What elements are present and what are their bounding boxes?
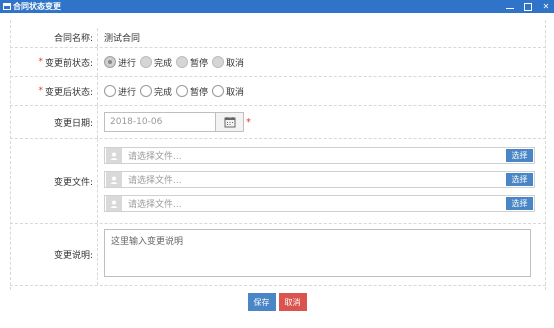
file-placeholder: 请选择文件...	[128, 200, 182, 210]
before-status-radio-cancelled	[212, 56, 225, 68]
calendar-icon	[224, 117, 235, 128]
description-label: 变更说明:	[10, 224, 98, 285]
before-status-radio-ongoing	[104, 56, 116, 68]
minimize-icon[interactable]	[506, 4, 514, 9]
change-date-input[interactable]: 2018-10-06	[104, 112, 216, 132]
file-select-button-1[interactable]: 选择	[506, 149, 533, 162]
file-user-icon	[106, 172, 122, 187]
required-mark: *	[38, 86, 43, 96]
required-mark: *	[38, 57, 43, 67]
file-select-button-3[interactable]: 选择	[506, 197, 533, 210]
close-icon[interactable]: ✕	[542, 2, 550, 11]
row-before-status: * 变更前状态: 进行 完成 暂停 取消	[10, 48, 546, 77]
after-status-radio-group: 进行 完成 暂停 取消	[104, 77, 246, 105]
description-textarea[interactable]	[104, 229, 531, 277]
file-placeholder: 请选择文件...	[128, 152, 182, 162]
before-status-radio-complete	[140, 56, 153, 68]
before-status-radio-paused	[176, 56, 189, 68]
after-status-radio-complete[interactable]	[140, 85, 153, 97]
file-user-icon	[106, 148, 122, 163]
maximize-icon[interactable]	[524, 2, 532, 11]
file-placeholder: 请选择文件...	[128, 176, 182, 186]
after-status-label: * 变更后状态:	[10, 77, 98, 105]
file-picker-1: 请选择文件... 选择	[104, 147, 535, 164]
after-status-radio-cancelled[interactable]	[212, 85, 225, 97]
contract-name-label: 合同名称:	[10, 28, 98, 47]
row-after-status: * 变更后状态: 进行 完成 暂停 取消	[10, 77, 546, 106]
file-select-button-2[interactable]: 选择	[506, 173, 533, 186]
before-status-radio-group: 进行 完成 暂停 取消	[104, 48, 246, 76]
cancel-button[interactable]: 取消	[278, 293, 307, 311]
before-status-label: * 变更前状态:	[10, 48, 98, 76]
footer-buttons: 保存 取消	[0, 293, 554, 311]
window-title-bar: 合同状态变更 ✕	[0, 0, 554, 13]
row-change-date: 变更日期: 2018-10-06 *	[10, 106, 546, 139]
change-date-field: 2018-10-06 *	[104, 106, 251, 138]
change-date-label: 变更日期:	[10, 106, 98, 138]
change-files-label: 变更文件:	[10, 139, 98, 223]
after-status-radio-paused[interactable]	[176, 85, 189, 97]
save-button[interactable]: 保存	[247, 293, 276, 311]
window-controls: ✕	[506, 0, 550, 13]
row-contract-name: 合同名称: 测试合同	[10, 28, 546, 48]
window-title: 合同状态变更	[13, 2, 61, 11]
file-user-icon	[106, 196, 122, 211]
calendar-button[interactable]	[216, 112, 244, 132]
file-picker-2: 请选择文件... 选择	[104, 171, 535, 188]
after-status-radio-ongoing[interactable]	[104, 85, 116, 97]
file-picker-3: 请选择文件... 选择	[104, 195, 535, 212]
contract-name-value: 测试合同	[104, 34, 141, 44]
window-icon	[3, 3, 11, 10]
required-mark: *	[246, 116, 251, 128]
